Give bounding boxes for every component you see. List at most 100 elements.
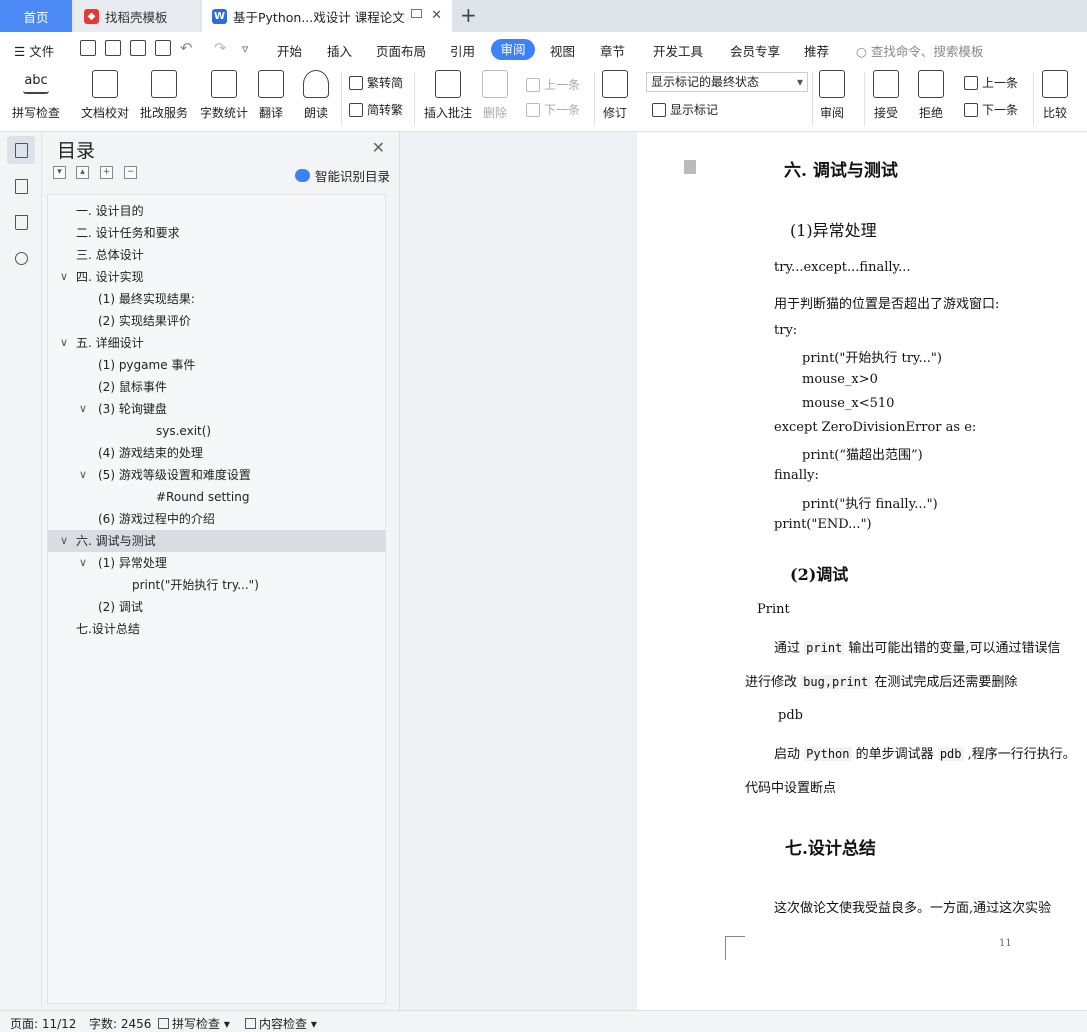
prev-change-button[interactable]: 上一条 <box>964 74 1018 91</box>
insert-comment-button[interactable]: 插入批注 <box>424 70 472 121</box>
spell-check-button[interactable]: abc 拼写检查 <box>12 70 60 121</box>
toc-item[interactable]: (6) 游戏过程中的介绍 <box>48 508 385 530</box>
toc-item[interactable]: ∨ 五. 详细设计 <box>48 332 385 354</box>
accept-button[interactable]: 接受 <box>873 70 899 121</box>
tab-document[interactable]: W 基于Python...戏设计 课程论文 ✕ <box>202 0 452 32</box>
menu-start[interactable]: 开始 <box>277 41 302 60</box>
toc-item[interactable]: ∨ 四. 设计实现 <box>48 266 385 288</box>
menu-view[interactable]: 视图 <box>550 41 575 60</box>
prev-comment-button[interactable]: 上一条 <box>526 76 580 93</box>
toc-item[interactable]: ∨ (1) 异常处理 <box>48 552 385 574</box>
menu-chapter[interactable]: 章节 <box>600 41 625 60</box>
menu-references[interactable]: 引用 <box>450 41 475 60</box>
save-icon[interactable] <box>80 40 96 56</box>
track-changes-button[interactable]: 修订 <box>602 70 628 121</box>
delete-comment-button[interactable]: 删除 <box>482 70 508 121</box>
export-pdf-icon[interactable] <box>105 40 121 56</box>
next-change-button[interactable]: 下一条 <box>964 101 1018 118</box>
review-service-button[interactable]: 批改服务 <box>140 70 188 121</box>
word-count-indicator[interactable]: 字数: 2456 <box>89 1015 151 1032</box>
toc-item[interactable]: (2) 实现结果评价 <box>48 310 385 332</box>
chevron-down-icon[interactable]: ∨ <box>79 464 87 486</box>
toc-item-label: 四. 设计实现 <box>76 270 144 284</box>
add-entry-icon[interactable]: + <box>100 166 113 179</box>
chevron-down-icon[interactable]: ∨ <box>60 530 68 552</box>
menu-recommend[interactable]: 推荐 <box>804 41 829 60</box>
chevron-down-icon[interactable]: ∨ <box>79 398 87 420</box>
toc-item[interactable]: 三. 总体设计 <box>48 244 385 266</box>
toc-item[interactable]: print("开始执行 try...") <box>48 574 385 596</box>
proofread-button[interactable]: 文档校对 <box>81 70 129 121</box>
search-icon <box>14 251 28 265</box>
smart-toc-button[interactable]: 智能识别目录 <box>294 166 390 185</box>
read-aloud-button[interactable]: 朗读 <box>303 70 329 121</box>
document-nav-icon[interactable] <box>684 160 696 174</box>
toc-icon <box>14 142 28 158</box>
reject-button[interactable]: 拒绝 <box>918 70 944 121</box>
ribbon-separator <box>414 72 415 126</box>
toc-item[interactable]: (2) 鼠标事件 <box>48 376 385 398</box>
tab-home[interactable]: 首页 <box>0 0 72 32</box>
toc-item[interactable]: (1) 最终实现结果: <box>48 288 385 310</box>
show-markup-button[interactable]: 显示标记 <box>652 101 718 118</box>
toc-item[interactable]: (1) pygame 事件 <box>48 354 385 376</box>
file-menu[interactable]: ☰ 文件 <box>14 41 54 60</box>
chapter-nav-button[interactable] <box>7 172 35 200</box>
find-button[interactable] <box>7 244 35 272</box>
text-run: 的单步调试器 <box>855 747 934 762</box>
compare-button[interactable]: 比较 <box>1042 70 1068 121</box>
undo-icon[interactable]: ↶ <box>180 39 193 57</box>
customize-quick-access-icon[interactable]: ▿ <box>242 41 248 56</box>
close-icon[interactable]: ✕ <box>372 138 385 157</box>
remove-entry-icon[interactable]: − <box>124 166 137 179</box>
word-count-button[interactable]: 字数统计 <box>200 70 248 121</box>
toc-item[interactable]: 二. 设计任务和要求 <box>48 222 385 244</box>
toc-item[interactable]: (2) 调试 <box>48 596 385 618</box>
bookmark-button[interactable] <box>7 208 35 236</box>
status-spell-check[interactable]: 拼写检查 ▾ <box>158 1015 230 1032</box>
close-tab-icon[interactable]: ✕ <box>431 8 442 23</box>
print-preview-icon[interactable] <box>155 40 171 56</box>
chevron-down-icon[interactable]: ∨ <box>60 332 68 354</box>
toc-item-selected[interactable]: ∨ 六. 调试与测试 <box>48 530 385 552</box>
toc-item[interactable]: 一. 设计目的 <box>48 200 385 222</box>
command-search[interactable]: ○ 查找命令、搜索模板 <box>856 41 983 60</box>
toc-item[interactable]: #Round setting <box>48 486 385 508</box>
new-tab-icon[interactable]: + <box>460 5 477 25</box>
toc-item[interactable]: 七.设计总结 <box>48 618 385 640</box>
code-line: print(“猫超出范围”) <box>802 448 923 463</box>
chevron-down-icon[interactable]: ∨ <box>79 552 87 574</box>
simp-to-trad-button[interactable]: 简转繁 <box>349 101 403 118</box>
menu-page-layout[interactable]: 页面布局 <box>376 41 426 60</box>
toc-item[interactable]: (4) 游戏结束的处理 <box>48 442 385 464</box>
trad-to-simp-button[interactable]: 繁转简 <box>349 74 403 91</box>
page-indicator[interactable]: 页面: 11/12 <box>10 1015 76 1032</box>
menu-membership[interactable]: 会员专享 <box>730 41 780 60</box>
next-comment-button[interactable]: 下一条 <box>526 101 580 118</box>
toc-panel-button[interactable] <box>7 136 35 164</box>
menu-developer[interactable]: 开发工具 <box>653 41 703 60</box>
document-page[interactable]: 六. 调试与测试 (1)异常处理 try...except...finally.… <box>637 132 1087 1010</box>
redo-icon[interactable]: ↷ <box>214 39 227 57</box>
print-icon[interactable] <box>130 40 146 56</box>
code-line: finally: <box>774 468 819 483</box>
window-icon[interactable] <box>411 9 422 18</box>
menu-bar: ☰ 文件 ↶ ↷ ▿ 开始 插入 页面布局 引用 审阅 视图 章节 开发工具 会… <box>0 32 1087 66</box>
menu-review[interactable]: 审阅 <box>491 39 535 60</box>
status-content-check[interactable]: 内容检查 ▾ <box>245 1015 317 1032</box>
toc-item-label: 六. 调试与测试 <box>76 534 156 548</box>
toc-item[interactable]: ∨ (3) 轮询键盘 <box>48 398 385 420</box>
expand-level-icon[interactable]: ▴ <box>76 166 89 179</box>
translate-button[interactable]: 翻译 <box>258 70 284 121</box>
tab-template[interactable]: ◆ 找稻壳模板 <box>74 0 200 32</box>
text-run: 通过 <box>774 641 801 656</box>
collapse-level-icon[interactable]: ▾ <box>53 166 66 179</box>
review-pane-button[interactable]: 审阅 <box>819 70 845 121</box>
markup-state-select[interactable]: 显示标记的最终状态 <box>646 72 808 92</box>
menu-insert[interactable]: 插入 <box>327 41 352 60</box>
chevron-down-icon[interactable]: ∨ <box>60 266 68 288</box>
tab-template-label: 找稻壳模板 <box>105 9 168 25</box>
toc-item[interactable]: sys.exit() <box>48 420 385 442</box>
review-service-icon <box>151 70 177 98</box>
toc-item[interactable]: ∨ (5) 游戏等级设置和难度设置 <box>48 464 385 486</box>
